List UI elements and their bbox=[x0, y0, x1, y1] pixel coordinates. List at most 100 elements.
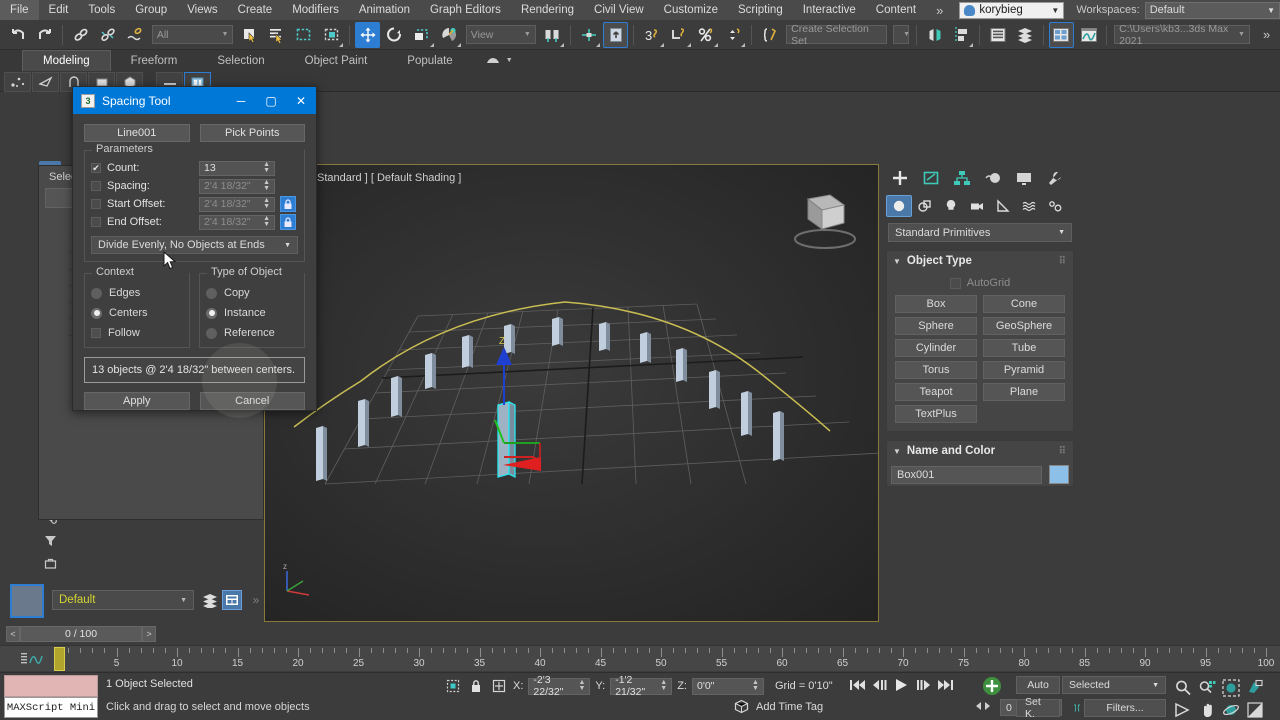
go-to-start-icon[interactable] bbox=[848, 675, 867, 695]
snaps-toggle-icon[interactable]: 3 bbox=[639, 22, 664, 48]
ribbon-tab-freeform[interactable]: Freeform bbox=[111, 50, 198, 71]
divide-mode-select[interactable]: Divide Evenly, No Objects at Ends ▼ bbox=[91, 236, 298, 254]
create-teapot-button[interactable]: Teapot bbox=[895, 383, 977, 401]
instance-radio[interactable] bbox=[206, 307, 217, 319]
frame-display[interactable]: 0 / 100 bbox=[20, 625, 142, 642]
geometry-icon[interactable] bbox=[886, 195, 912, 217]
minimize-button[interactable]: ─ bbox=[226, 87, 256, 114]
set-key-button[interactable]: Set K. bbox=[1016, 696, 1060, 720]
selection-lock-toggle-icon[interactable] bbox=[467, 677, 485, 695]
filter-icon[interactable] bbox=[39, 529, 61, 551]
hierarchy-tab[interactable] bbox=[946, 165, 977, 191]
menu-item-group[interactable]: Group bbox=[125, 0, 177, 20]
next-frame-button[interactable]: > bbox=[142, 625, 156, 642]
close-icon[interactable]: ✕ bbox=[286, 87, 316, 114]
toolbar-overflow-icon[interactable]: » bbox=[1253, 27, 1280, 42]
reference-radio[interactable] bbox=[206, 327, 217, 339]
maxscript-input-field[interactable] bbox=[4, 675, 98, 697]
play-animation-icon[interactable] bbox=[892, 675, 911, 695]
perspective-viewport[interactable]: ective ] [ Standard ] [ Default Shading … bbox=[264, 164, 879, 622]
spinner-icon[interactable]: ▲ ▼ bbox=[752, 679, 759, 692]
key-filter-mode-select[interactable]: Selected ▼ bbox=[1062, 676, 1166, 694]
redo-icon[interactable] bbox=[32, 22, 57, 48]
start-offset-checkbox[interactable] bbox=[91, 199, 101, 209]
systems-icon[interactable] bbox=[1042, 195, 1068, 217]
end-offset-checkbox[interactable] bbox=[91, 217, 101, 227]
curve-editor-icon[interactable] bbox=[1076, 22, 1101, 48]
selection-set-dropdown[interactable]: ▼ bbox=[893, 25, 910, 44]
spinner-icon[interactable]: ▲ ▼ bbox=[263, 179, 270, 192]
field-of-view-icon[interactable] bbox=[1172, 699, 1194, 720]
autogrid-checkbox[interactable] bbox=[949, 277, 961, 289]
timeline-ruler[interactable]: 5 10 15 20 25 30 35 40 45 50 55 60 65 70 75 80 85 90 95 100 bbox=[56, 646, 1274, 672]
spacing-tool-titlebar[interactable]: 3 Spacing Tool ─ ▢ ✕ bbox=[73, 87, 316, 114]
auto-key-button[interactable]: Auto bbox=[1016, 676, 1060, 694]
zoom-icon[interactable] bbox=[1172, 677, 1194, 698]
spinner-icon[interactable]: ▲ ▼ bbox=[263, 197, 270, 210]
layer-overflow-icon[interactable]: » bbox=[246, 590, 266, 610]
select-and-move-icon[interactable] bbox=[355, 21, 381, 48]
type-option-copy[interactable]: Copy bbox=[206, 283, 298, 303]
filters-button[interactable]: Filters... bbox=[1084, 699, 1166, 717]
menu-item-views[interactable]: Views bbox=[177, 0, 227, 20]
create-tube-button[interactable]: Tube bbox=[983, 339, 1065, 357]
primitive-category-select[interactable]: Standard Primitives ▼ bbox=[888, 223, 1072, 242]
select-and-place-icon[interactable] bbox=[437, 22, 462, 48]
pick-points-button[interactable]: Pick Points bbox=[199, 124, 305, 142]
next-frame-icon[interactable] bbox=[914, 675, 933, 695]
menu-item-modifiers[interactable]: Modifiers bbox=[282, 0, 349, 20]
spinner-icon[interactable]: ▲ ▼ bbox=[263, 161, 270, 174]
create-sphere-button[interactable]: Sphere bbox=[895, 317, 977, 335]
selection-filter-dropdown[interactable]: All ▼ bbox=[151, 25, 234, 44]
select-object-icon[interactable] bbox=[237, 22, 262, 48]
name-and-color-header[interactable]: ▼ Name and Color ⠿ bbox=[887, 441, 1073, 461]
menu-item-tools[interactable]: Tools bbox=[78, 0, 125, 20]
mirror-icon[interactable] bbox=[922, 22, 947, 48]
copy-radio[interactable] bbox=[206, 287, 217, 299]
rectangular-selection-region-icon[interactable] bbox=[292, 22, 317, 48]
apply-button[interactable]: Apply bbox=[84, 392, 190, 410]
reference-coordinate-dropdown[interactable]: View ▼ bbox=[465, 25, 536, 44]
shapes-icon[interactable] bbox=[912, 195, 938, 217]
menu-item-customize[interactable]: Customize bbox=[654, 0, 728, 20]
maximize-viewport-icon[interactable] bbox=[1244, 699, 1266, 720]
follow-checkbox[interactable] bbox=[91, 328, 101, 338]
spacing-spinner[interactable]: 2'4 18/32" ▲ ▼ bbox=[199, 178, 275, 194]
key-mode-toggle-icon[interactable] bbox=[975, 675, 1009, 697]
ribbon-minimize-icon[interactable]: ▼ bbox=[473, 50, 525, 71]
autogrid-row[interactable]: AutoGrid bbox=[895, 275, 1065, 295]
motion-tab[interactable] bbox=[977, 165, 1008, 191]
angle-snap-toggle-icon[interactable] bbox=[667, 22, 692, 48]
viewport-canvas[interactable]: Z bbox=[265, 165, 879, 622]
spinner-snap-toggle-icon[interactable] bbox=[721, 22, 746, 48]
y-coordinate-field[interactable]: -1'2 21/32" ▲ ▼ bbox=[610, 674, 673, 698]
start-offset-spinner[interactable]: 2'4 18/32" ▲ ▼ bbox=[199, 196, 275, 212]
select-and-scale-icon[interactable] bbox=[409, 22, 434, 48]
align-objects-icon[interactable] bbox=[949, 22, 974, 48]
centers-radio[interactable] bbox=[91, 307, 102, 319]
bind-to-spacewarp-icon[interactable] bbox=[123, 22, 148, 48]
named-selection-sets-icon[interactable] bbox=[757, 22, 782, 48]
z-coordinate-field[interactable]: 0'0" ▲ ▼ bbox=[691, 677, 764, 695]
pan-hand-icon[interactable] bbox=[1196, 699, 1218, 720]
layer-explorer-toggle-icon[interactable] bbox=[222, 590, 242, 610]
menu-item-interactive[interactable]: Interactive bbox=[793, 0, 866, 20]
menu-item-create[interactable]: Create bbox=[228, 0, 283, 20]
zoom-all-icon[interactable] bbox=[1196, 677, 1218, 698]
menu-item-edit[interactable]: Edit bbox=[39, 0, 79, 20]
orbit-icon[interactable] bbox=[1220, 699, 1242, 720]
menu-item-animation[interactable]: Animation bbox=[349, 0, 420, 20]
selection-lock-region-icon[interactable] bbox=[444, 677, 462, 695]
count-spinner[interactable]: 13 ▲ ▼ bbox=[199, 160, 275, 176]
start-offset-lock-icon[interactable] bbox=[280, 196, 296, 212]
workspace-select[interactable]: Default ▼ bbox=[1144, 1, 1280, 19]
percent-snap-toggle-icon[interactable] bbox=[694, 22, 719, 48]
previous-frame-icon[interactable] bbox=[870, 675, 889, 695]
helpers-icon[interactable] bbox=[990, 195, 1016, 217]
create-tab[interactable] bbox=[884, 165, 915, 191]
zoom-extents-icon[interactable] bbox=[1220, 677, 1242, 698]
maximize-button[interactable]: ▢ bbox=[256, 87, 286, 114]
polygon-modeling-icon[interactable] bbox=[4, 71, 31, 92]
menu-overflow-icon[interactable]: » bbox=[926, 3, 953, 18]
material-swatch[interactable] bbox=[10, 584, 44, 618]
